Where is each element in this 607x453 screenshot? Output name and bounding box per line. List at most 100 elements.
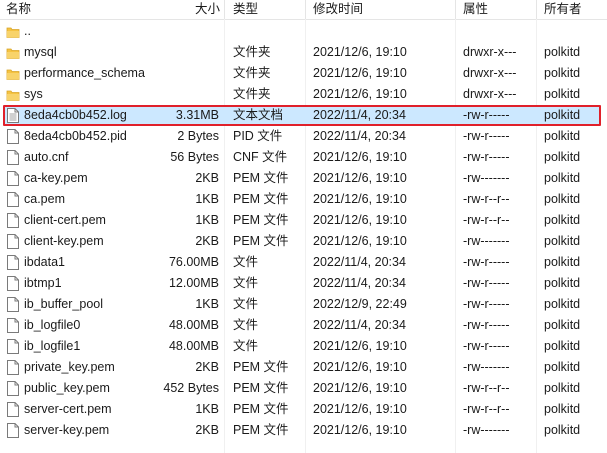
file-row[interactable]: ibtmp1 12.00MB 文件 2022/11/4, 20:34 -rw-r----…	[0, 273, 607, 294]
file-row[interactable]: private_key.pem 2KB PEM 文件 2021/12/6, 19:10…	[0, 357, 607, 378]
file-type: PEM 文件	[233, 423, 289, 437]
file-row[interactable]: client-key.pem 2KB PEM 文件 2021/12/6, 19:10 -…	[0, 231, 607, 252]
file-type: 文件夹	[233, 87, 271, 101]
file-icon	[7, 213, 21, 228]
file-row[interactable]: client-cert.pem 1KB PEM 文件 2021/12/6, 19:10…	[0, 210, 607, 231]
file-owner: polkitd	[544, 66, 581, 80]
column-header-name[interactable]: 名称	[6, 1, 31, 18]
file-modified-time: 2021/12/6, 19:10	[313, 213, 407, 227]
file-row[interactable]: ca.pem 1KB PEM 文件 2021/12/6, 19:10 -rw-r--r-…	[0, 189, 607, 210]
file-modified-time: 2022/11/4, 20:34	[313, 276, 406, 290]
file-name: ..	[24, 24, 31, 38]
file-type: PEM 文件	[233, 171, 289, 185]
file-icon	[7, 129, 21, 144]
file-type: 文本文档	[233, 108, 284, 122]
file-icon	[7, 318, 21, 333]
file-name: client-key.pem	[24, 234, 104, 248]
column-header-size[interactable]: 大小	[195, 1, 220, 18]
file-owner: polkitd	[544, 276, 581, 290]
file-owner: polkitd	[544, 360, 581, 374]
file-row[interactable]: ib_logfile0 48.00MB 文件 2022/11/4, 20:34 -rw-…	[0, 315, 607, 336]
column-header-modified[interactable]: 修改时间	[313, 1, 363, 18]
file-size: 452 Bytes	[163, 381, 219, 395]
file-icon	[7, 255, 21, 270]
file-row[interactable]: ibdata1 76.00MB 文件 2022/11/4, 20:34 -rw-r---…	[0, 252, 607, 273]
file-size: 2 Bytes	[177, 129, 219, 143]
column-header-permissions[interactable]: 属性	[463, 1, 488, 18]
file-row[interactable]: ib_buffer_pool 1KB 文件 2022/12/9, 22:49 -rw-r…	[0, 294, 607, 315]
file-size: 48.00MB	[168, 318, 219, 332]
column-divider[interactable]	[305, 0, 306, 19]
file-owner: polkitd	[544, 129, 581, 143]
file-permissions: -rw-r-----	[463, 255, 510, 269]
file-type: PEM 文件	[233, 360, 289, 374]
file-type: 文件	[233, 339, 259, 353]
file-modified-time: 2021/12/6, 19:10	[313, 381, 407, 395]
file-row[interactable]: ..	[0, 21, 607, 42]
file-name: auto.cnf	[24, 150, 69, 164]
folder-icon	[6, 88, 20, 103]
file-modified-time: 2021/12/6, 19:10	[313, 192, 407, 206]
file-size: 48.00MB	[168, 339, 219, 353]
file-row[interactable]: auto.cnf 56 Bytes CNF 文件 2021/12/6, 19:10 -r…	[0, 147, 607, 168]
file-size: 3.31MB	[175, 108, 219, 122]
file-type: 文件夹	[233, 66, 271, 80]
file-type: PEM 文件	[233, 402, 289, 416]
file-row[interactable]: ib_logfile1 48.00MB 文件 2021/12/6, 19:10 -rw-…	[0, 336, 607, 357]
file-type: CNF 文件	[233, 150, 288, 164]
file-size: 1KB	[195, 192, 219, 206]
file-icon	[7, 276, 21, 291]
file-row[interactable]: mysql 文件夹 2021/12/6, 19:10 drwxr-x--- polkit…	[0, 42, 607, 63]
file-modified-time: 2021/12/6, 19:10	[313, 150, 407, 164]
file-owner: polkitd	[544, 381, 581, 395]
column-divider[interactable]	[455, 0, 456, 19]
file-owner: polkitd	[544, 87, 581, 101]
file-permissions: -rw-r-----	[463, 150, 510, 164]
file-permissions: -rw-r-----	[463, 108, 510, 122]
file-row[interactable]: server-cert.pem 1KB PEM 文件 2021/12/6, 19:10…	[0, 399, 607, 420]
file-owner: polkitd	[544, 213, 581, 227]
file-modified-time: 2021/12/6, 19:10	[313, 87, 407, 101]
file-name: server-cert.pem	[24, 402, 112, 416]
file-row[interactable]: 8eda4cb0b452.pid 2 Bytes PID 文件 2022/11/4, …	[0, 126, 607, 147]
file-icon	[7, 297, 21, 312]
file-modified-time: 2021/12/6, 19:10	[313, 45, 407, 59]
file-icon	[7, 150, 21, 165]
column-header-bar: 名称 大小 类型 修改时间 属性 所有者	[0, 0, 607, 20]
column-divider[interactable]	[536, 0, 537, 19]
file-owner: polkitd	[544, 108, 581, 122]
file-owner: polkitd	[544, 297, 581, 311]
file-owner: polkitd	[544, 45, 581, 59]
file-permissions: -rw-------	[463, 423, 510, 437]
file-permissions: -rw-r--r--	[463, 402, 510, 416]
file-permissions: -rw-r-----	[463, 276, 510, 290]
file-name: server-key.pem	[24, 423, 110, 437]
file-owner: polkitd	[544, 255, 581, 269]
file-row[interactable]: performance_schema 文件夹 2021/12/6, 19:10 drw…	[0, 63, 607, 84]
file-permissions: -rw-r-----	[463, 339, 510, 353]
file-name: 8eda4cb0b452.pid	[24, 129, 127, 143]
file-row[interactable]: sys 文件夹 2021/12/6, 19:10 drwxr-x--- polkitd	[0, 84, 607, 105]
file-permissions: -rw-r--r--	[463, 213, 510, 227]
file-row[interactable]: ca-key.pem 2KB PEM 文件 2021/12/6, 19:10 -rw--…	[0, 168, 607, 189]
file-owner: polkitd	[544, 192, 581, 206]
file-permissions: -rw-r-----	[463, 297, 510, 311]
file-name: private_key.pem	[24, 360, 115, 374]
file-owner: polkitd	[544, 402, 581, 416]
file-permissions: -rw-r--r--	[463, 192, 510, 206]
file-row[interactable]: server-key.pem 2KB PEM 文件 2021/12/6, 19:10 -…	[0, 420, 607, 441]
file-size: 76.00MB	[168, 255, 219, 269]
file-modified-time: 2021/12/6, 19:10	[313, 423, 407, 437]
column-header-type[interactable]: 类型	[233, 1, 258, 18]
column-header-owner[interactable]: 所有者	[544, 1, 582, 18]
file-name: public_key.pem	[24, 381, 110, 395]
file-row-selected[interactable]: 8eda4cb0b452.log 3.31MB 文本文档 2022/11/4, 20:…	[0, 105, 607, 126]
file-owner: polkitd	[544, 150, 581, 164]
file-permissions: drwxr-x---	[463, 45, 517, 59]
file-permissions: -rw-r--r--	[463, 381, 510, 395]
column-divider[interactable]	[224, 0, 225, 19]
file-modified-time: 2022/11/4, 20:34	[313, 108, 406, 122]
file-row[interactable]: public_key.pem 452 Bytes PEM 文件 2021/12/6, …	[0, 378, 607, 399]
file-name: performance_schema	[24, 66, 145, 80]
file-size: 56 Bytes	[170, 150, 219, 164]
